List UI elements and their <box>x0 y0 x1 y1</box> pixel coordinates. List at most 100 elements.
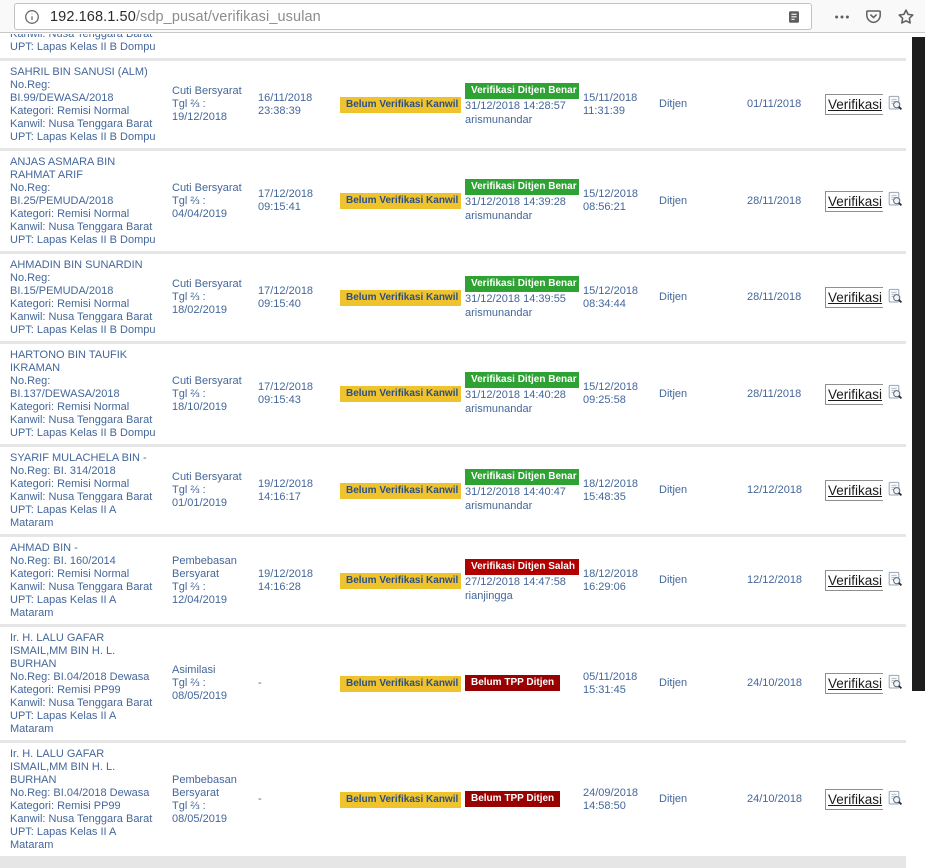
ditjen-verifikasi-user: rianjingga <box>465 590 575 603</box>
verifikasi-link[interactable]: Verifikasi <box>825 191 883 212</box>
page-actions-icon[interactable] <box>834 9 850 25</box>
table-body: Kanwil: Nusa Tenggara Barat UPT: Lapas K… <box>0 34 906 858</box>
next-row-separator <box>0 859 906 868</box>
status-ditjen-badge: Verifikasi Ditjen Benar <box>465 83 579 99</box>
preview-document-icon[interactable] <box>887 191 903 207</box>
tanggal-verifikasi-time: 14:58:50 <box>583 800 651 813</box>
inmate-noreg: No.Reg: BI.137/DEWASA/2018 <box>10 375 156 401</box>
address-bar[interactable]: 192.168.1.50/sdp_pusat/verifikasi_usulan <box>14 3 812 30</box>
preview-document-icon[interactable] <box>887 481 903 497</box>
tgl-dua-pertiga-label: Tgl ⅔ : <box>172 388 246 401</box>
pocket-icon[interactable] <box>865 8 882 25</box>
preview-document-icon[interactable] <box>887 571 903 587</box>
tanggal-surat: 01/11/2018 <box>747 98 801 110</box>
url-path: /sdp_pusat/verifikasi_usulan <box>136 9 321 25</box>
toolbar-actions <box>834 0 915 33</box>
inmate-upt: UPT: Lapas Kelas II B Dompu <box>10 41 156 53</box>
tanggal-usulan-date: 17/12/2018 <box>258 285 332 298</box>
level-label: Ditjen <box>659 195 687 207</box>
jenis-usulan: Pembebasan Bersyarat <box>172 555 246 581</box>
reader-mode-icon[interactable] <box>786 9 802 25</box>
inmate-upt: UPT: Lapas Kelas II A Mataram <box>10 826 156 852</box>
tanggal-usulan-time: 14:16:28 <box>258 581 332 594</box>
ditjen-verifikasi-user: arismunandar <box>465 500 575 513</box>
table-row: SYARIF MULACHELA BIN - No.Reg: BI. 314/2… <box>0 446 906 536</box>
inmate-kategori: Kategori: Remisi Normal <box>10 105 156 118</box>
verifikasi-link[interactable]: Verifikasi <box>825 384 883 405</box>
tanggal-verifikasi-date: 18/12/2018 <box>583 478 651 491</box>
tgl-dua-pertiga-value: 12/04/2019 <box>172 594 246 607</box>
tanggal-usulan-date: 17/12/2018 <box>258 188 332 201</box>
tanggal-surat: 12/12/2018 <box>747 574 802 586</box>
table-row: AHMADIN BIN SUNARDIN No.Reg: BI.15/PEMUD… <box>0 253 906 343</box>
tgl-dua-pertiga-label: Tgl ⅔ : <box>172 291 246 304</box>
inmate-name: SYARIF MULACHELA BIN - <box>10 452 156 465</box>
table-row-partial: Kanwil: Nusa Tenggara Barat UPT: Lapas K… <box>0 34 906 60</box>
status-ditjen-badge: Verifikasi Ditjen Salah <box>465 559 579 575</box>
tanggal-surat: 28/11/2018 <box>747 291 801 303</box>
inmate-noreg: No.Reg: BI.15/PEMUDA/2018 <box>10 272 156 298</box>
partial-row-text: Kanwil: Nusa Tenggara Barat UPT: Lapas K… <box>10 34 156 54</box>
ditjen-verifikasi-datetime: 31/12/2018 14:40:47 <box>465 486 575 499</box>
tgl-dua-pertiga-value: 18/10/2019 <box>172 401 246 414</box>
status-kanwil-badge: Belum Verifikasi Kanwil <box>340 676 461 692</box>
jenis-usulan: Cuti Bersyarat <box>172 375 246 388</box>
tanggal-verifikasi-date: 15/11/2018 <box>583 92 651 105</box>
inmate-kanwil: Kanwil: Nusa Tenggara Barat <box>10 311 156 324</box>
tanggal-verifikasi-time: 15:48:35 <box>583 491 651 504</box>
tanggal-usulan-date: - <box>258 677 332 690</box>
verifikasi-link[interactable]: Verifikasi <box>825 570 883 591</box>
tanggal-usulan-date: - <box>258 793 332 806</box>
status-ditjen-badge: Verifikasi Ditjen Benar <box>465 276 579 292</box>
preview-document-icon[interactable] <box>887 790 903 806</box>
ditjen-verifikasi-user: arismunandar <box>465 403 575 416</box>
status-kanwil-badge: Belum Verifikasi Kanwil <box>340 792 461 808</box>
status-ditjen-badge: Belum TPP Ditjen <box>465 791 560 807</box>
tanggal-usulan-date: 17/12/2018 <box>258 381 332 394</box>
page-scrollbar[interactable] <box>912 37 925 691</box>
verifikasi-link[interactable]: Verifikasi <box>825 480 883 501</box>
tgl-dua-pertiga-value: 18/02/2019 <box>172 304 246 317</box>
level-label: Ditjen <box>659 677 687 689</box>
status-kanwil-badge: Belum Verifikasi Kanwil <box>340 193 461 209</box>
status-kanwil-badge: Belum Verifikasi Kanwil <box>340 483 461 499</box>
inmate-noreg: No.Reg: BI.04/2018 Dewasa <box>10 787 156 800</box>
status-ditjen-badge: Verifikasi Ditjen Benar <box>465 179 579 195</box>
tanggal-verifikasi-date: 15/12/2018 <box>583 285 651 298</box>
status-ditjen-badge: Verifikasi Ditjen Benar <box>465 372 579 388</box>
tgl-dua-pertiga-label: Tgl ⅔ : <box>172 195 246 208</box>
tanggal-verifikasi-date: 18/12/2018 <box>583 568 651 581</box>
preview-document-icon[interactable] <box>887 674 903 690</box>
status-ditjen-badge: Belum TPP Ditjen <box>465 675 560 691</box>
ditjen-verifikasi-datetime: 31/12/2018 14:40:28 <box>465 389 575 402</box>
verifikasi-link[interactable]: Verifikasi <box>825 94 883 115</box>
level-label: Ditjen <box>659 388 687 400</box>
inmate-noreg: No.Reg: BI. 314/2018 <box>10 465 156 478</box>
inmate-name: Ir. H. LALU GAFAR ISMAIL,MM BIN H. L. BU… <box>10 748 156 787</box>
inmate-upt: UPT: Lapas Kelas II A Mataram <box>10 594 156 620</box>
preview-document-icon[interactable] <box>887 288 903 304</box>
url-domain: 192.168.1.50 <box>50 9 136 25</box>
tanggal-verifikasi-time: 09:25:58 <box>583 394 651 407</box>
tanggal-surat: 24/10/2018 <box>747 793 802 805</box>
tgl-dua-pertiga-value: 08/05/2019 <box>172 690 246 703</box>
inmate-kategori: Kategori: Remisi PP99 <box>10 800 156 813</box>
preview-document-icon[interactable] <box>887 384 903 400</box>
inmate-kategori: Kategori: Remisi Normal <box>10 568 156 581</box>
tanggal-usulan-date: 19/12/2018 <box>258 568 332 581</box>
inmate-name: ANJAS ASMARA BIN RAHMAT ARIF <box>10 156 156 182</box>
status-kanwil-badge: Belum Verifikasi Kanwil <box>340 573 461 589</box>
site-info-icon[interactable] <box>24 9 40 25</box>
table-row: ANJAS ASMARA BIN RAHMAT ARIF No.Reg: BI.… <box>0 150 906 253</box>
preview-document-icon[interactable] <box>887 95 903 111</box>
bookmark-star-icon[interactable] <box>897 8 915 26</box>
tanggal-usulan-time: 09:15:43 <box>258 394 332 407</box>
tgl-dua-pertiga-value: 01/01/2019 <box>172 497 246 510</box>
tanggal-usulan-time: 09:15:41 <box>258 201 332 214</box>
tanggal-usulan-time: 09:15:40 <box>258 298 332 311</box>
verifikasi-link[interactable]: Verifikasi <box>825 789 883 810</box>
verifikasi-link[interactable]: Verifikasi <box>825 287 883 308</box>
tanggal-surat: 28/11/2018 <box>747 388 801 400</box>
url-text: 192.168.1.50/sdp_pusat/verifikasi_usulan <box>50 9 786 25</box>
tgl-dua-pertiga-value: 08/05/2019 <box>172 813 246 826</box>
